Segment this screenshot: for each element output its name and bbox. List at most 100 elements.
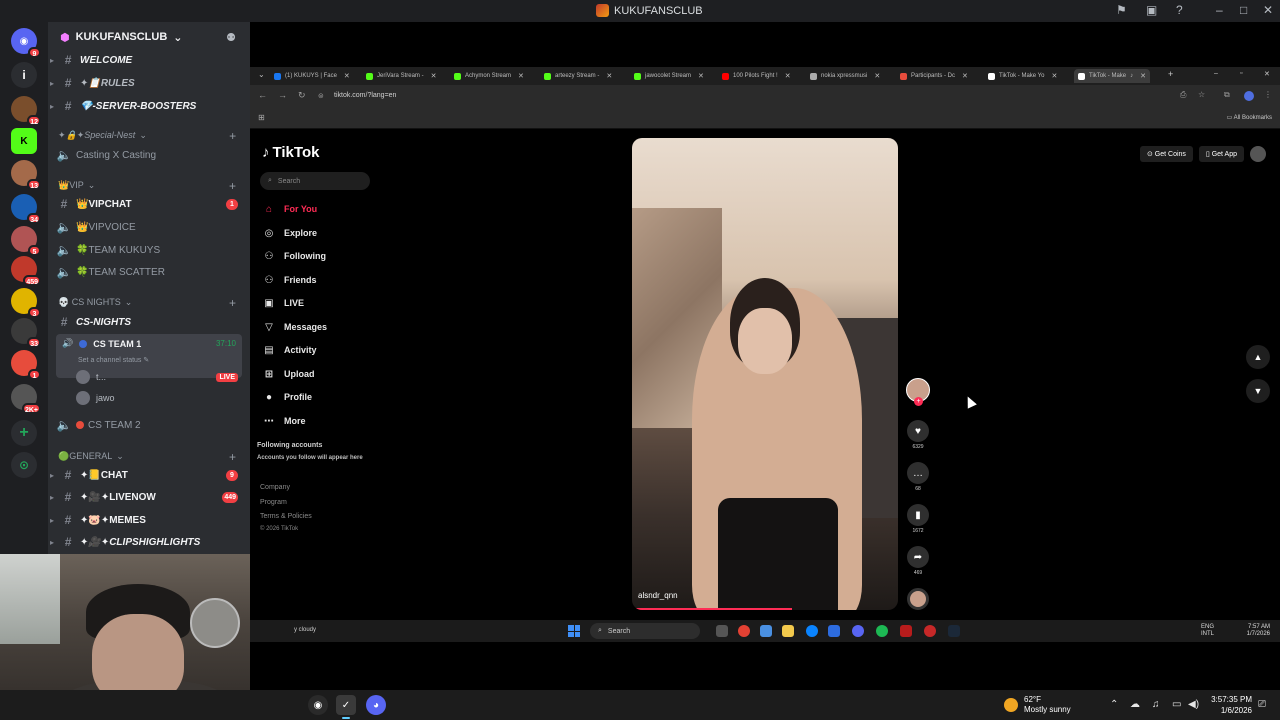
discover-icon[interactable]: ⊙ — [11, 452, 37, 478]
server-icon-2[interactable]: 12 — [11, 96, 41, 126]
new-tab-button[interactable]: + — [1168, 69, 1173, 79]
star-icon[interactable]: ☆ — [1198, 90, 1205, 99]
browser-tab[interactable]: nokia xpressmusi ✕ — [810, 69, 880, 83]
server-header[interactable]: ⬢ KUKUFANSCLUB ⌄ ⚉ — [48, 22, 250, 52]
add-channel-icon[interactable]: + — [229, 450, 236, 464]
server-icon-kick[interactable]: K — [11, 128, 37, 154]
help-icon[interactable]: ? — [1176, 3, 1183, 17]
voice-vipvoice[interactable]: 🔈 👑VIPVOICE — [56, 217, 242, 237]
nav-live[interactable]: ▣ LIVE — [262, 294, 304, 312]
windows-start-icon[interactable] — [568, 625, 580, 637]
minimize-button[interactable]: – — [1216, 3, 1223, 17]
store-icon[interactable] — [828, 625, 840, 637]
server-icon-7[interactable]: 459 — [11, 256, 41, 286]
url-field[interactable]: tiktok.com/?lang=en — [334, 92, 396, 99]
nav-activity[interactable]: ▤ Activity — [262, 341, 316, 359]
browser-tab[interactable]: TikTok - Make Yo ✕ — [988, 69, 1057, 83]
channel-cs-nights[interactable]: # CS-NIGHTS — [56, 312, 242, 332]
get-coins-button[interactable]: ⊙ Get Coins — [1139, 146, 1193, 162]
weather-widget[interactable]: 62°F Mostly sunny — [1004, 695, 1071, 715]
like-button[interactable]: ♥ 6329 — [906, 420, 930, 450]
voice-user[interactable]: t... LIVE — [76, 367, 242, 387]
task-view-icon[interactable] — [716, 625, 728, 637]
comment-button[interactable]: … 68 — [906, 462, 930, 492]
share-button[interactable]: ➦ 469 — [906, 546, 930, 576]
spotify-icon[interactable] — [876, 625, 888, 637]
taskbar-clock[interactable]: 3:57:35 PM 1/6/2026 — [1211, 694, 1252, 716]
maximize-button[interactable]: □ — [1240, 3, 1247, 17]
channel-rules[interactable]: ▸ # ✦📋RULES — [50, 73, 242, 93]
creator-avatar[interactable]: + — [906, 378, 930, 406]
microphone-icon[interactable]: ♫ — [1152, 699, 1160, 710]
nav-for-you[interactable]: ⌂ For You — [262, 200, 317, 218]
nav-messages[interactable]: ▽ Messages — [262, 318, 327, 336]
category-special-nest[interactable]: ✦🔒✦Special-Nest ⌄ + — [58, 129, 242, 143]
tiktok-logo[interactable]: ♪ TikTok — [262, 144, 319, 161]
footer-company[interactable]: Company — [260, 484, 290, 491]
channel-vipchat[interactable]: # 👑VIPCHAT 1 — [56, 194, 242, 214]
search-input[interactable]: ⌕ Search — [260, 172, 370, 190]
voice-casting[interactable]: 🔈 Casting X Casting — [56, 145, 242, 165]
channel-memes[interactable]: ▸ # ✦🐷✦MEMES — [50, 510, 242, 530]
previous-video-button[interactable]: ▲ — [1246, 345, 1270, 369]
browser-tab[interactable]: arteezy Stream - ✕ — [544, 69, 612, 83]
video-author-handle[interactable]: alsndr_qnn — [638, 591, 678, 600]
channel-server-boosters[interactable]: ▸ # 💎-SERVER-BOOSTERS — [50, 96, 242, 116]
browser-tab[interactable]: JeriVara Stream - ✕ — [366, 69, 436, 83]
channel-clipshighlights[interactable]: ▸ # ✦🎥✦CLIPSHIGHLIGHTS — [50, 532, 242, 552]
nav-explore[interactable]: ◎ Explore — [262, 224, 317, 242]
apps-icon[interactable]: ⊞ — [258, 113, 265, 122]
discord-icon[interactable]: ◕ — [366, 695, 386, 715]
language-indicator[interactable]: ENG INTL — [1201, 624, 1214, 638]
close-tab-icon[interactable]: ✕ — [344, 72, 350, 80]
browser-tab[interactable]: 100 Pilots Fight ! ✕ — [722, 69, 791, 83]
footer-terms[interactable]: Terms & Policies — [260, 513, 312, 520]
nav-upload[interactable]: ⊞ Upload — [262, 365, 315, 383]
get-app-button[interactable]: ▯ Get App — [1198, 146, 1244, 162]
maximize-button[interactable]: ▫ — [1240, 70, 1242, 77]
category-vip[interactable]: 👑VIP ⌄ + — [58, 179, 242, 193]
channel-welcome[interactable]: ▸ # WELCOME — [50, 50, 242, 70]
add-server-icon[interactable]: + — [11, 420, 37, 446]
channel-chat[interactable]: ▸ # ✦📒CHAT 9 — [50, 465, 242, 485]
channel-status[interactable]: Set a channel status ✎ — [78, 356, 149, 364]
server-icon-i[interactable]: i — [11, 62, 37, 88]
taskbar-search[interactable]: ⌕ Search — [590, 623, 700, 639]
steam-icon[interactable]: ✓ — [336, 695, 356, 719]
menu-icon[interactable]: ⋮ — [1264, 90, 1272, 99]
back-icon[interactable]: ← — [258, 90, 267, 100]
copilot-icon[interactable] — [760, 625, 772, 637]
show-hidden-icons[interactable]: ⌃ — [1110, 699, 1118, 710]
nav-more[interactable]: ⋯ More — [262, 412, 306, 430]
footer-program[interactable]: Program — [260, 499, 287, 506]
site-info-icon[interactable]: ⊜ — [318, 92, 324, 100]
nav-following[interactable]: ⚇ Following — [262, 247, 326, 265]
server-icon-9[interactable]: 33 — [11, 318, 41, 348]
save-button[interactable]: ▮ 1672 — [906, 504, 930, 534]
video-player[interactable]: alsndr_qnn — [632, 138, 898, 610]
voice-user[interactable]: jawo — [76, 388, 242, 408]
obs-icon[interactable]: ◉ — [308, 695, 328, 715]
follow-plus-icon[interactable]: + — [914, 397, 923, 406]
reload-icon[interactable]: ↻ — [298, 90, 306, 101]
browser-tab[interactable]: (1) KUKUYS | Face ✕ — [274, 69, 350, 83]
video-progress-bar[interactable] — [632, 608, 792, 610]
weather-widget[interactable]: y cloudy — [294, 627, 316, 633]
browser-tab-active[interactable]: TikTok - Make ♪ ✕ — [1074, 69, 1150, 83]
chrome-icon[interactable] — [738, 625, 750, 637]
category-general[interactable]: 🟢GENERAL ⌄ + — [58, 450, 242, 464]
network-icon[interactable]: ▭ — [1172, 699, 1181, 710]
tab-search-icon[interactable]: ⌄ — [258, 70, 265, 79]
add-channel-icon[interactable]: + — [229, 129, 236, 143]
notifications-icon[interactable]: ⎚ — [1258, 699, 1266, 710]
profile-avatar[interactable] — [1244, 91, 1254, 101]
server-icon-8[interactable]: 3 — [11, 288, 41, 318]
steam-icon[interactable] — [948, 625, 960, 637]
install-icon[interactable]: ⎙ — [1180, 90, 1186, 100]
file-explorer-icon[interactable] — [782, 625, 794, 637]
inbox-icon[interactable]: ⚑ — [1116, 3, 1127, 17]
app-icon[interactable] — [900, 625, 912, 637]
add-member-icon[interactable]: ⚉ — [226, 31, 236, 44]
next-video-button[interactable]: ▼ — [1246, 379, 1270, 403]
nav-profile[interactable]: ● Profile — [262, 388, 312, 406]
